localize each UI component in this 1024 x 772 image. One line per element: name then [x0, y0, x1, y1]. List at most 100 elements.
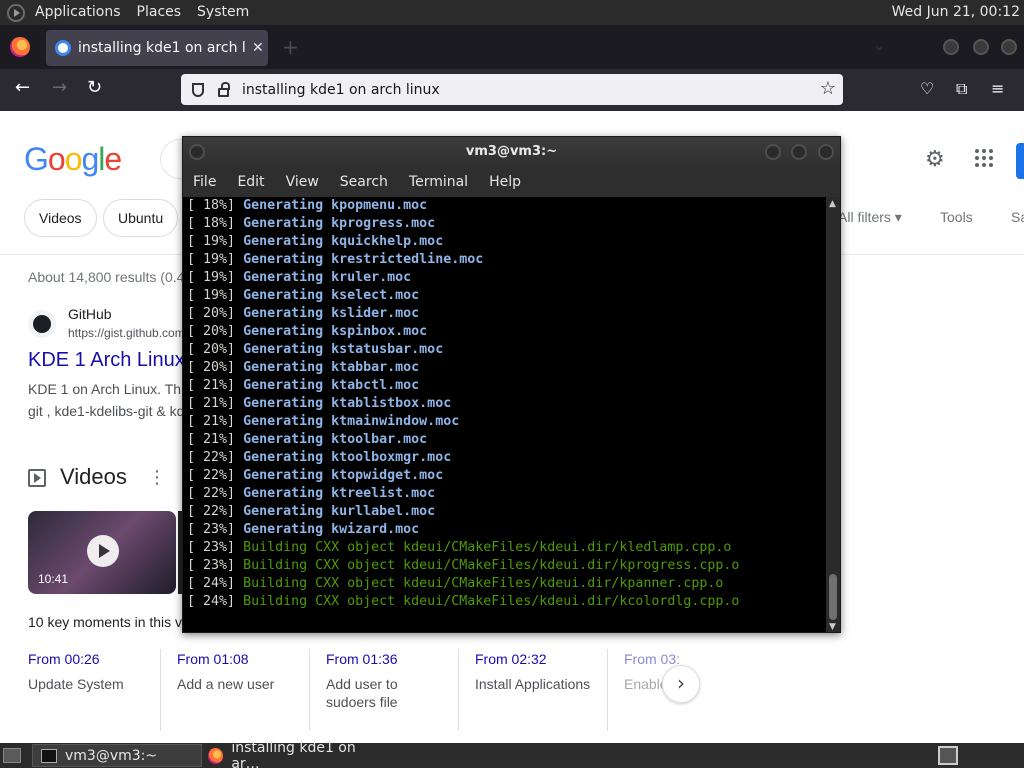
- reload-icon[interactable]: ↻: [87, 77, 102, 98]
- moment-divider: [160, 649, 161, 731]
- clock[interactable]: Wed Jun 21, 00:12: [892, 0, 1020, 25]
- maximize-button[interactable]: [973, 39, 989, 55]
- more-options-icon[interactable]: ⋮: [148, 467, 166, 488]
- terminal-line-progress: [ 22%]: [187, 486, 236, 501]
- menu-file[interactable]: File: [193, 174, 216, 190]
- chip-ubuntu[interactable]: Ubuntu: [103, 199, 179, 237]
- terminal-window[interactable]: vm3@vm3:~ File Edit View Search Terminal…: [182, 136, 841, 633]
- tools-button[interactable]: Tools: [940, 209, 973, 225]
- next-moments-button[interactable]: ›: [662, 665, 700, 703]
- terminal-line-text: Generating kspinbox.moc: [243, 324, 428, 339]
- maximize-button[interactable]: [791, 144, 807, 160]
- new-tab-icon[interactable]: +: [282, 35, 299, 59]
- terminal-line-text: Generating kruler.moc: [243, 270, 412, 285]
- google-logo[interactable]: Google: [24, 141, 122, 178]
- forward-icon[interactable]: →: [52, 77, 67, 98]
- video-section-icon: [28, 469, 46, 487]
- menu-places[interactable]: Places: [129, 0, 190, 25]
- key-moment[interactable]: From 01:08 Add a new user: [177, 651, 325, 693]
- menu-applications[interactable]: Applications: [27, 0, 129, 25]
- apps-grid-icon[interactable]: [975, 149, 993, 167]
- terminal-scrollbar[interactable]: ▲ ▼: [826, 197, 840, 632]
- list-tabs-icon[interactable]: ⌄: [874, 39, 884, 53]
- terminal-line-progress: [ 22%]: [187, 468, 236, 483]
- terminal-line-progress: [ 19%]: [187, 270, 236, 285]
- navigation-bar: ← → ↻ installing kde1 on arch linux ☆ ♡ …: [0, 69, 1024, 111]
- video-thumbnail[interactable]: 10:41: [28, 511, 176, 594]
- terminal-menubar: File Edit View Search Terminal Help: [183, 167, 840, 197]
- terminal-line-text: Generating krestrictedline.moc: [243, 252, 484, 267]
- tracking-shield-icon[interactable]: [192, 82, 204, 97]
- play-icon[interactable]: [87, 535, 119, 567]
- all-filters-button[interactable]: All filters ▾: [838, 209, 902, 226]
- menu-system[interactable]: System: [189, 0, 257, 25]
- moment-time[interactable]: From 02:32: [475, 651, 623, 667]
- scroll-up-icon[interactable]: ▲: [829, 199, 836, 209]
- terminal-title: vm3@vm3:~: [465, 144, 558, 159]
- close-button[interactable]: [818, 144, 834, 160]
- taskbar-item-terminal[interactable]: vm3@vm3:~: [32, 744, 202, 767]
- minimize-button[interactable]: [943, 39, 959, 55]
- result-title-link[interactable]: KDE 1 Arch Linux: [28, 349, 185, 372]
- window-menu-button[interactable]: [189, 144, 205, 160]
- browser-tab[interactable]: installing kde1 on arch linux ✕: [46, 30, 268, 66]
- sign-in-button[interactable]: [1016, 143, 1024, 179]
- menu-edit[interactable]: Edit: [237, 174, 264, 190]
- chip-videos[interactable]: Videos: [24, 199, 97, 237]
- terminal-line-progress: [ 24%]: [187, 576, 236, 591]
- close-tab-icon[interactable]: ✕: [252, 40, 264, 56]
- terminal-line: [ 21%] Generating ktablistbox.moc: [187, 395, 826, 413]
- terminal-output[interactable]: [ 18%] Generating kpopmenu.moc[ 18%] Gen…: [183, 197, 826, 632]
- firefox-icon[interactable]: [10, 37, 30, 57]
- gear-icon[interactable]: ⚙: [925, 147, 949, 172]
- moment-time[interactable]: From 01:36: [326, 651, 446, 667]
- gnome-foot-icon[interactable]: [7, 3, 25, 22]
- key-moment[interactable]: From 02:32 Install Applications: [475, 651, 623, 693]
- terminal-line-progress: [ 22%]: [187, 450, 236, 465]
- terminal-line-text: Generating ktoolboxmgr.moc: [243, 450, 452, 465]
- url-bar[interactable]: installing kde1 on arch linux ☆: [181, 74, 843, 105]
- menu-help[interactable]: Help: [489, 174, 521, 190]
- menu-terminal[interactable]: Terminal: [409, 174, 468, 190]
- lock-icon[interactable]: [218, 81, 230, 97]
- scroll-down-icon[interactable]: ▼: [829, 622, 836, 632]
- bookmark-star-icon[interactable]: ☆: [820, 78, 836, 99]
- pocket-icon[interactable]: ♡: [920, 79, 934, 98]
- extensions-icon[interactable]: ⧉: [956, 79, 967, 99]
- terminal-line-progress: [ 21%]: [187, 414, 236, 429]
- terminal-titlebar[interactable]: vm3@vm3:~: [183, 137, 840, 167]
- menu-view[interactable]: View: [286, 174, 319, 190]
- terminal-line-progress: [ 19%]: [187, 234, 236, 249]
- menu-search[interactable]: Search: [340, 174, 388, 190]
- terminal-line: [ 20%] Generating kslider.moc: [187, 305, 826, 323]
- terminal-line: [ 22%] Generating kurllabel.moc: [187, 503, 826, 521]
- show-desktop-icon[interactable]: [3, 748, 21, 763]
- terminal-line-progress: [ 18%]: [187, 198, 236, 213]
- close-window-button[interactable]: [1001, 39, 1017, 55]
- terminal-line-text: Building CXX object kdeui/CMakeFiles/kde…: [243, 594, 740, 609]
- terminal-line: [ 19%] Generating kruler.moc: [187, 269, 826, 287]
- moment-time[interactable]: From 00:26: [28, 651, 176, 667]
- terminal-line-progress: [ 19%]: [187, 252, 236, 267]
- key-moment[interactable]: From 00:26 Update System: [28, 651, 176, 693]
- terminal-line-text: Generating kslider.moc: [243, 306, 420, 321]
- terminal-line: [ 21%] Generating ktmainwindow.moc: [187, 413, 826, 431]
- minimize-button[interactable]: [765, 144, 781, 160]
- workspace-switcher[interactable]: [938, 746, 958, 765]
- terminal-line-text: Building CXX object kdeui/CMakeFiles/kde…: [243, 576, 724, 591]
- terminal-line-text: Generating ktoolbar.moc: [243, 432, 428, 447]
- moment-time[interactable]: From 01:08: [177, 651, 325, 667]
- taskbar-item-firefox[interactable]: installing kde1 on ar…: [202, 740, 382, 772]
- scroll-thumb[interactable]: [829, 574, 837, 620]
- video-duration: 10:41: [38, 572, 69, 586]
- result-site-url[interactable]: https://gist.github.com: [68, 326, 185, 340]
- moment-desc: Install Applications: [475, 676, 591, 692]
- hamburger-menu-icon[interactable]: ≡: [991, 79, 1004, 98]
- key-moment[interactable]: From 01:36 Add user to sudoers file: [326, 651, 446, 711]
- result-site-name[interactable]: GitHub: [68, 306, 112, 322]
- terminal-line-text: Generating ktablistbox.moc: [243, 396, 452, 411]
- safesearch-button[interactable]: Sa: [1011, 209, 1024, 225]
- url-text[interactable]: installing kde1 on arch linux: [242, 82, 440, 98]
- terminal-line-progress: [ 24%]: [187, 594, 236, 609]
- back-icon[interactable]: ←: [15, 77, 30, 98]
